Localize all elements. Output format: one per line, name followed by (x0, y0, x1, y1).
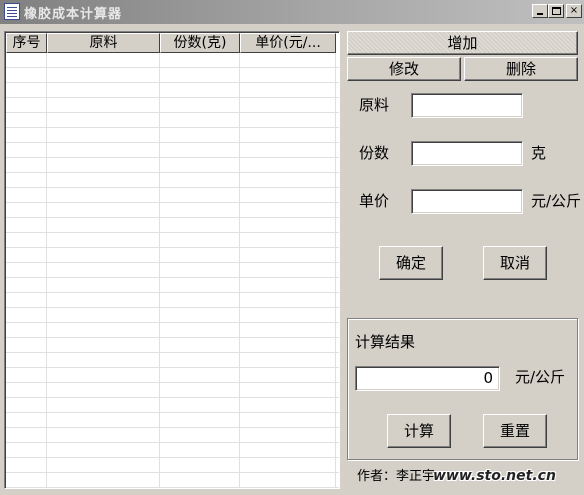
title-bar[interactable]: 橡胶成本计算器 × (0, 0, 584, 24)
quantity-field[interactable] (411, 141, 523, 166)
materials-table[interactable]: 序号 原料 份数(克) 单价(元/... (4, 31, 340, 489)
window-title: 橡胶成本计算器 (24, 7, 123, 22)
table-body[interactable] (6, 53, 339, 488)
reset-button[interactable]: 重置 (483, 414, 547, 448)
app-icon[interactable] (4, 3, 20, 20)
material-label: 原料 (359, 96, 390, 114)
maximize-button[interactable] (548, 4, 564, 18)
close-button[interactable]: × (566, 4, 582, 18)
price-label: 单价 (359, 192, 390, 210)
result-field[interactable]: 0 (355, 366, 500, 391)
column-divider (335, 53, 336, 488)
column-header-price[interactable]: 单价(元/... (240, 33, 336, 53)
column-header-material[interactable]: 原料 (47, 33, 160, 53)
app-window: 橡胶成本计算器 × 序号 原料 份数(克) 单价(元/... 增加 修改 删除 … (0, 0, 584, 495)
add-button[interactable]: 增加 (347, 31, 578, 55)
column-divider (46, 53, 47, 488)
column-header-index[interactable]: 序号 (6, 33, 47, 53)
column-divider (159, 53, 160, 488)
table-header: 序号 原料 份数(克) 单价(元/... (6, 33, 336, 53)
watermark-text: www.sto.net.cn (433, 468, 556, 484)
confirm-button[interactable]: 确定 (379, 246, 443, 280)
calculate-button[interactable]: 计算 (387, 414, 451, 448)
result-group-label: 计算结果 (355, 333, 416, 351)
delete-button[interactable]: 删除 (464, 57, 578, 81)
price-unit: 元/公斤 (531, 192, 582, 210)
maximize-icon (552, 7, 561, 15)
column-header-quantity[interactable]: 份数(克) (160, 33, 240, 53)
quantity-unit: 克 (531, 144, 547, 162)
minimize-button[interactable] (532, 4, 548, 18)
result-unit: 元/公斤 (515, 368, 566, 386)
quantity-label: 份数 (359, 144, 390, 162)
close-icon: × (569, 5, 579, 16)
column-divider (239, 53, 240, 488)
edit-button[interactable]: 修改 (347, 57, 461, 81)
cancel-button[interactable]: 取消 (483, 246, 547, 280)
material-field[interactable] (411, 93, 523, 118)
price-field[interactable] (411, 189, 523, 214)
minimize-icon (537, 13, 543, 15)
author-text: 作者：李正宇 (357, 469, 436, 484)
